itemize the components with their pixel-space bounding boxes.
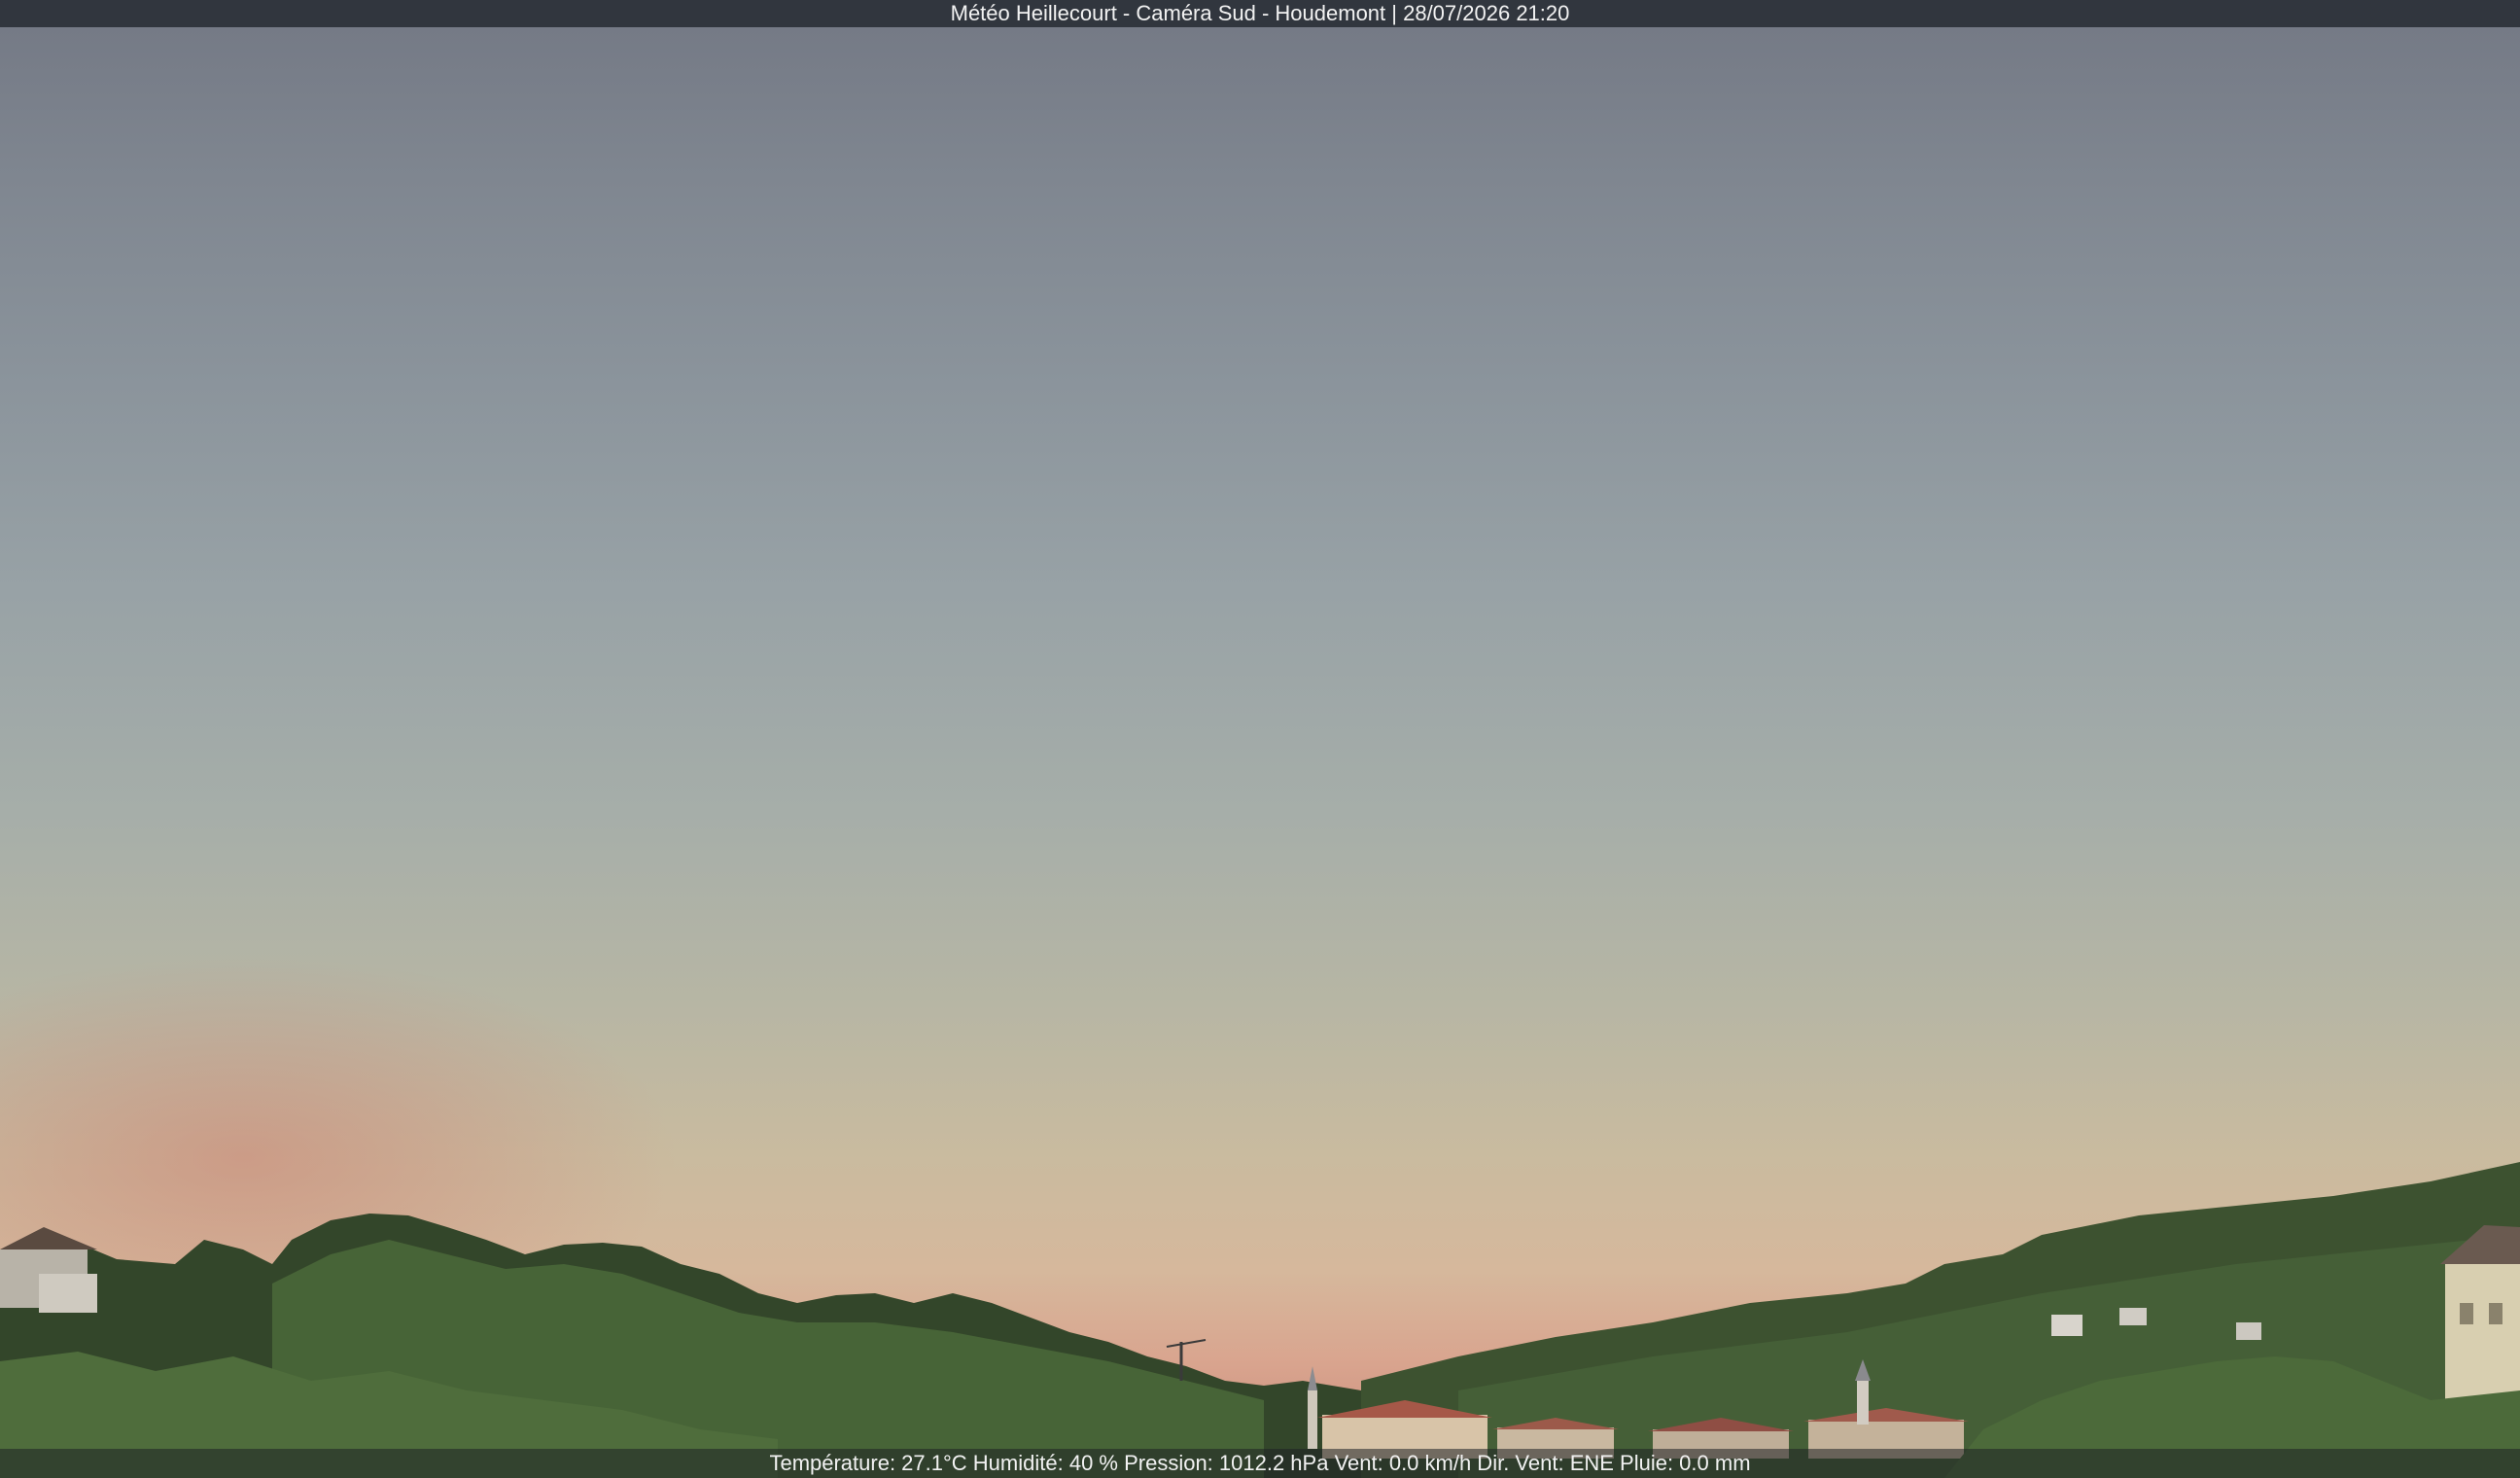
- crane-jib: [1166, 1339, 1207, 1348]
- hillside-house: [2051, 1315, 2082, 1336]
- camera-title-bar: Météo Heillecourt - Caméra Sud - Houdemo…: [0, 0, 2520, 27]
- left-house-roof: [0, 1227, 97, 1249]
- landscape-scene: [0, 1162, 2520, 1478]
- left-house-2: [39, 1274, 97, 1313]
- church-tower: [1308, 1390, 1317, 1449]
- right-building: [2445, 1264, 2520, 1400]
- right-building-window: [2460, 1303, 2473, 1324]
- right-building-window-2: [2489, 1303, 2502, 1324]
- webcam-frame: Météo Heillecourt - Caméra Sud - Houdemo…: [0, 0, 2520, 1478]
- weather-readout-bar: Température: 27.1°C Humidité: 40 % Press…: [0, 1449, 2520, 1478]
- hillside-house-2: [2119, 1308, 2147, 1325]
- church-tower-2: [1857, 1381, 1869, 1425]
- hillside-house-3: [2236, 1322, 2261, 1340]
- weather-readout: Température: 27.1°C Humidité: 40 % Press…: [769, 1451, 1751, 1475]
- church-spire: [1308, 1366, 1317, 1390]
- camera-title: Météo Heillecourt - Caméra Sud - Houdemo…: [950, 1, 1570, 25]
